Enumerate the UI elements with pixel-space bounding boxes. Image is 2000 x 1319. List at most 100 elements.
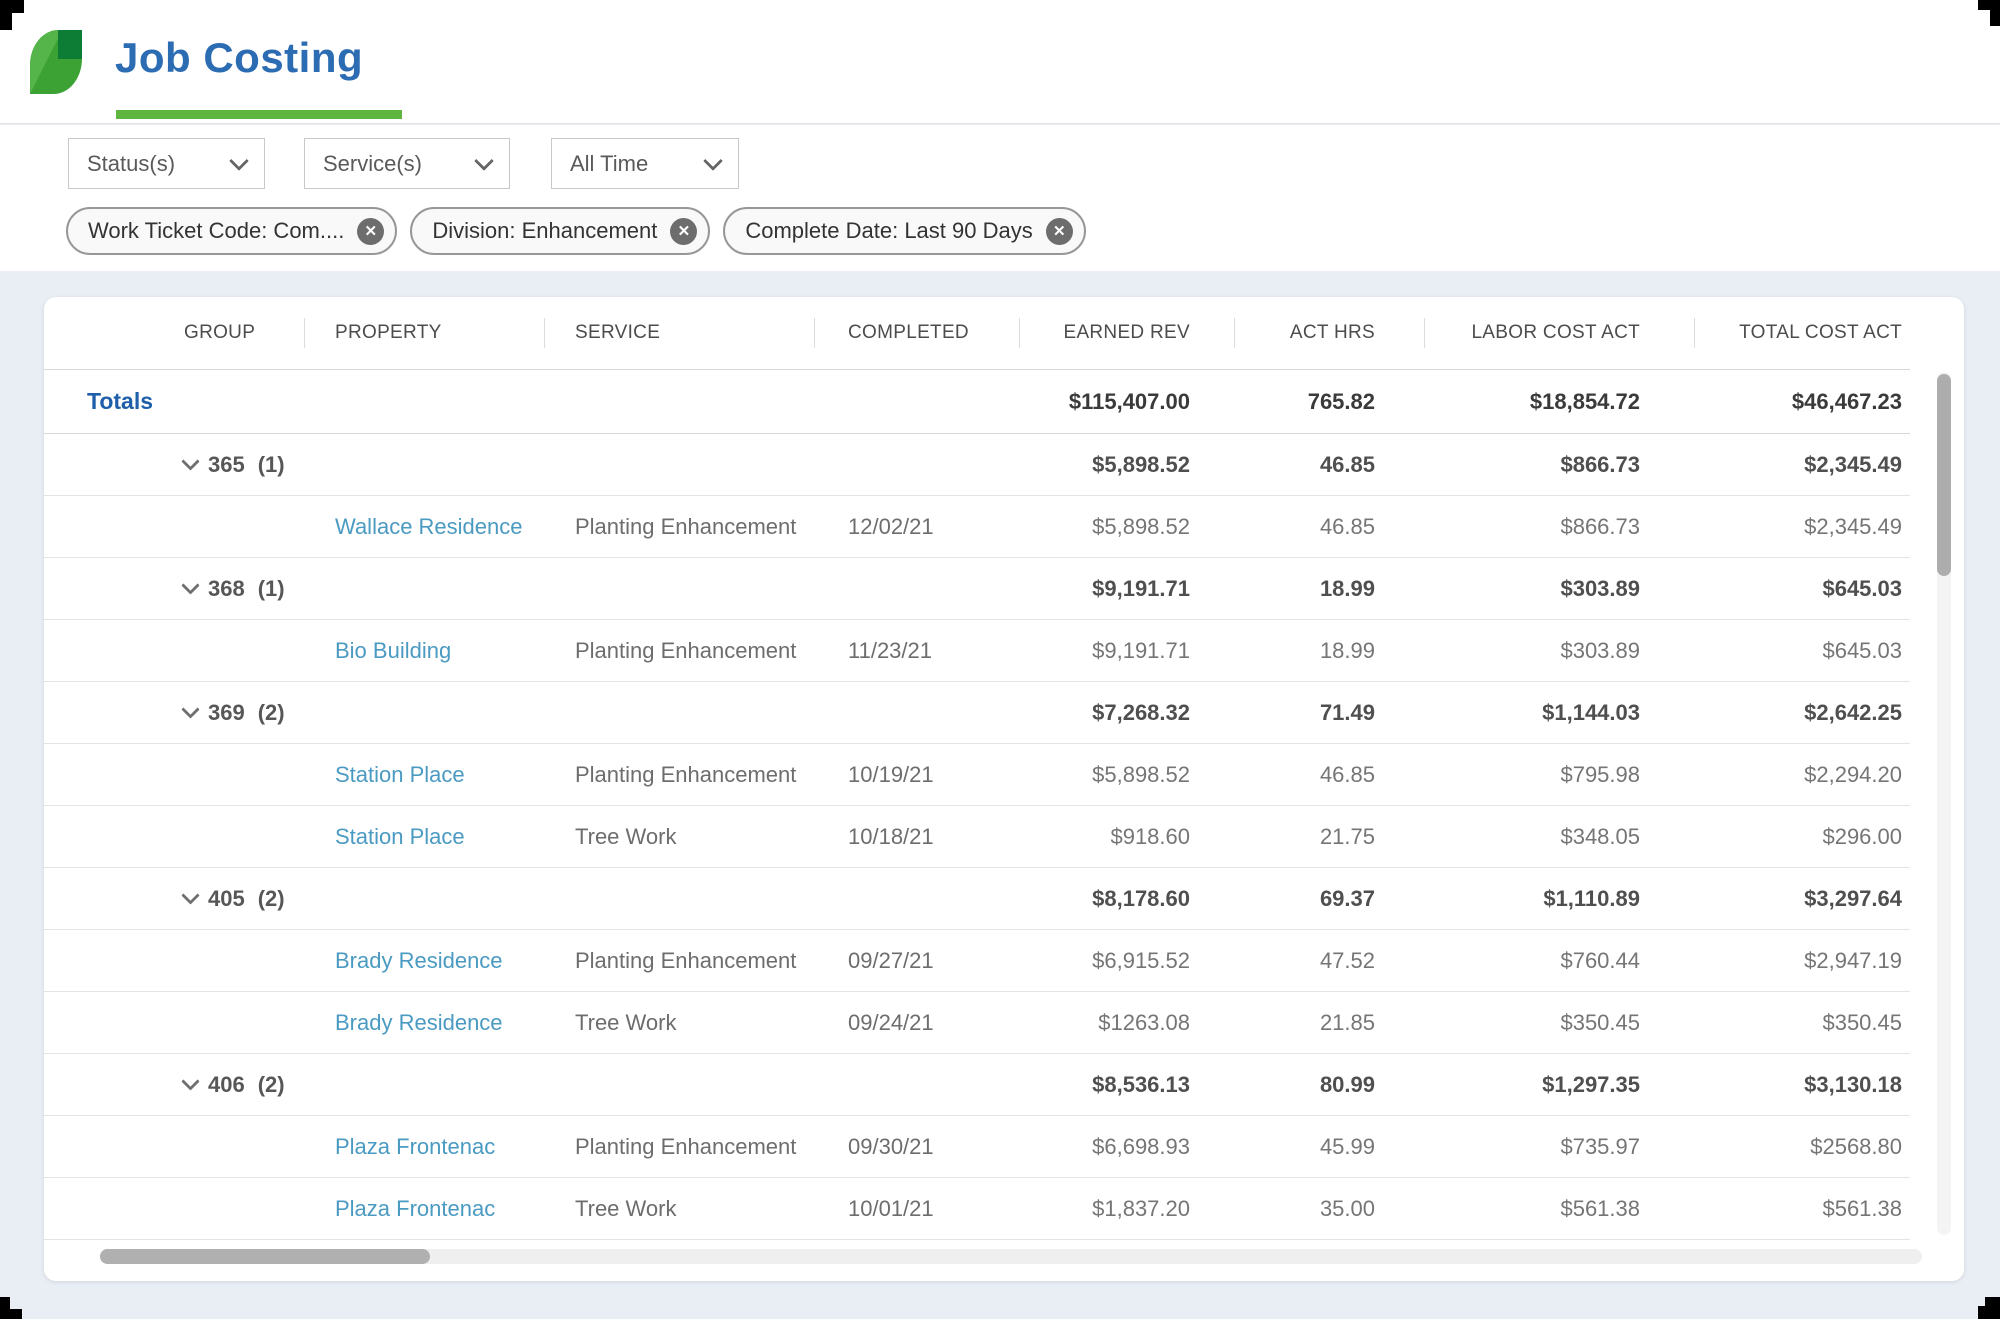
remove-filter-icon[interactable]: ✕: [1046, 218, 1073, 245]
table-row: Brady Residence Planting Enhancement 09/…: [44, 930, 1910, 992]
column-header-labor-cost-act[interactable]: LABOR COST ACT: [1425, 316, 1695, 350]
vertical-scrollbar-thumb[interactable]: [1937, 374, 1951, 576]
act-hrs-cell: 18.99: [1235, 638, 1425, 664]
service-filter-label: Service(s): [323, 151, 422, 177]
act-hrs-cell: 45.99: [1235, 1134, 1425, 1160]
column-header-total-cost-act[interactable]: TOTAL COST ACT: [1695, 316, 1910, 350]
property-link[interactable]: Plaza Frontenac: [305, 1134, 545, 1160]
group-toggle[interactable]: 368 (1): [44, 576, 305, 602]
vertical-scrollbar[interactable]: [1937, 372, 1951, 1235]
filter-band: Status(s) Service(s) All Time Work Ticke…: [0, 125, 2000, 271]
completed-cell: 11/23/21: [815, 638, 1020, 664]
group-labor-cost-act: $303.89: [1425, 576, 1695, 602]
act-hrs-cell: 47.52: [1235, 948, 1425, 974]
group-earned-rev: $9,191.71: [1020, 576, 1235, 602]
leaf-icon: [30, 30, 82, 94]
table-row: Plaza Frontenac Tree Work 10/01/21 $1,83…: [44, 1178, 1910, 1240]
labor-cost-act-cell: $735.97: [1425, 1134, 1695, 1160]
column-header-property[interactable]: PROPERTY: [305, 316, 545, 350]
property-link[interactable]: Brady Residence: [305, 948, 545, 974]
property-link[interactable]: Bio Building: [305, 638, 545, 664]
status-filter-label: Status(s): [87, 151, 175, 177]
service-cell: Planting Enhancement: [545, 948, 815, 974]
remove-filter-icon[interactable]: ✕: [670, 218, 697, 245]
group-count: (2): [258, 700, 285, 726]
group-toggle[interactable]: 405 (2): [44, 886, 305, 912]
total-cost-act-cell: $2,294.20: [1695, 762, 1910, 788]
group-act-hrs: 80.99: [1235, 1072, 1425, 1098]
labor-cost-act-cell: $348.05: [1425, 824, 1695, 850]
filter-chip-label: Complete Date: Last 90 Days: [745, 218, 1032, 244]
filter-chip-label: Division: Enhancement: [432, 218, 657, 244]
group-labor-cost-act: $1,297.35: [1425, 1072, 1695, 1098]
act-hrs-cell: 21.75: [1235, 824, 1425, 850]
status-filter-dropdown[interactable]: Status(s): [68, 138, 265, 189]
horizontal-scrollbar[interactable]: [100, 1249, 1922, 1264]
horizontal-scrollbar-thumb[interactable]: [100, 1249, 430, 1264]
totals-labor-cost-act: $18,854.72: [1425, 389, 1695, 415]
group-code: 405: [208, 886, 245, 912]
group-toggle[interactable]: 365 (1): [44, 452, 305, 478]
table-header-row: GROUP PROPERTY SERVICE COMPLETED EARNED …: [44, 297, 1910, 370]
chevron-down-icon: [181, 1072, 199, 1090]
group-total-cost-act: $2,642.25: [1695, 700, 1910, 726]
group-row: 369 (2) $7,268.32 71.49 $1,144.03 $2,642…: [44, 682, 1910, 744]
chevron-down-icon: [181, 576, 199, 594]
column-header-earned-rev[interactable]: EARNED REV: [1020, 316, 1235, 350]
labor-cost-act-cell: $760.44: [1425, 948, 1695, 974]
service-cell: Planting Enhancement: [545, 638, 815, 664]
group-total-cost-act: $2,345.49: [1695, 452, 1910, 478]
title-band: Job Costing: [0, 0, 2000, 124]
table-row: Brady Residence Tree Work 09/24/21 $1263…: [44, 992, 1910, 1054]
completed-cell: 10/01/21: [815, 1196, 1020, 1222]
group-count: (1): [258, 452, 285, 478]
group-row: 365 (1) $5,898.52 46.85 $866.73 $2,345.4…: [44, 434, 1910, 496]
group-total-cost-act: $3,130.18: [1695, 1072, 1910, 1098]
labor-cost-act-cell: $350.45: [1425, 1010, 1695, 1036]
group-toggle[interactable]: 369 (2): [44, 700, 305, 726]
group-code: 368: [208, 576, 245, 602]
page-title: Job Costing: [115, 34, 363, 82]
table-row: Plaza Frontenac Planting Enhancement 09/…: [44, 1116, 1910, 1178]
column-header-group[interactable]: GROUP: [44, 316, 305, 350]
labor-cost-act-cell: $561.38: [1425, 1196, 1695, 1222]
property-link[interactable]: Wallace Residence: [305, 514, 545, 540]
total-cost-act-cell: $2,345.49: [1695, 514, 1910, 540]
group-toggle[interactable]: 406 (2): [44, 1072, 305, 1098]
column-header-service[interactable]: SERVICE: [545, 316, 815, 350]
filter-chip-complete-date[interactable]: Complete Date: Last 90 Days ✕: [723, 207, 1085, 255]
property-link[interactable]: Plaza Frontenac: [305, 1196, 545, 1222]
service-cell: Planting Enhancement: [545, 514, 815, 540]
property-link[interactable]: Station Place: [305, 762, 545, 788]
earned-rev-cell: $5,898.52: [1020, 514, 1235, 540]
group-labor-cost-act: $1,110.89: [1425, 886, 1695, 912]
remove-filter-icon[interactable]: ✕: [357, 218, 384, 245]
property-link[interactable]: Station Place: [305, 824, 545, 850]
filter-chip-division[interactable]: Division: Enhancement ✕: [410, 207, 710, 255]
service-cell: Tree Work: [545, 824, 815, 850]
group-row: 406 (2) $8,536.13 80.99 $1,297.35 $3,130…: [44, 1054, 1910, 1116]
completed-cell: 10/19/21: [815, 762, 1020, 788]
table-row: Station Place Tree Work 10/18/21 $918.60…: [44, 806, 1910, 868]
group-total-cost-act: $3,297.64: [1695, 886, 1910, 912]
chevron-down-icon: [181, 700, 199, 718]
service-cell: Tree Work: [545, 1196, 815, 1222]
group-count: (1): [258, 576, 285, 602]
chevron-down-icon: [229, 151, 249, 171]
table-body: 365 (1) $5,898.52 46.85 $866.73 $2,345.4…: [44, 434, 1964, 1240]
group-act-hrs: 46.85: [1235, 452, 1425, 478]
time-filter-dropdown[interactable]: All Time: [551, 138, 739, 189]
group-earned-rev: $8,536.13: [1020, 1072, 1235, 1098]
chevron-down-icon: [474, 151, 494, 171]
filter-chip-work-ticket-code[interactable]: Work Ticket Code: Com.... ✕: [66, 207, 397, 255]
earned-rev-cell: $5,898.52: [1020, 762, 1235, 788]
labor-cost-act-cell: $866.73: [1425, 514, 1695, 540]
property-link[interactable]: Brady Residence: [305, 1010, 545, 1036]
column-header-completed[interactable]: COMPLETED: [815, 316, 1020, 350]
total-cost-act-cell: $350.45: [1695, 1010, 1910, 1036]
column-header-act-hrs[interactable]: ACT HRS: [1235, 316, 1425, 350]
group-labor-cost-act: $866.73: [1425, 452, 1695, 478]
group-count: (2): [258, 1072, 285, 1098]
completed-cell: 09/30/21: [815, 1134, 1020, 1160]
service-filter-dropdown[interactable]: Service(s): [304, 138, 510, 189]
